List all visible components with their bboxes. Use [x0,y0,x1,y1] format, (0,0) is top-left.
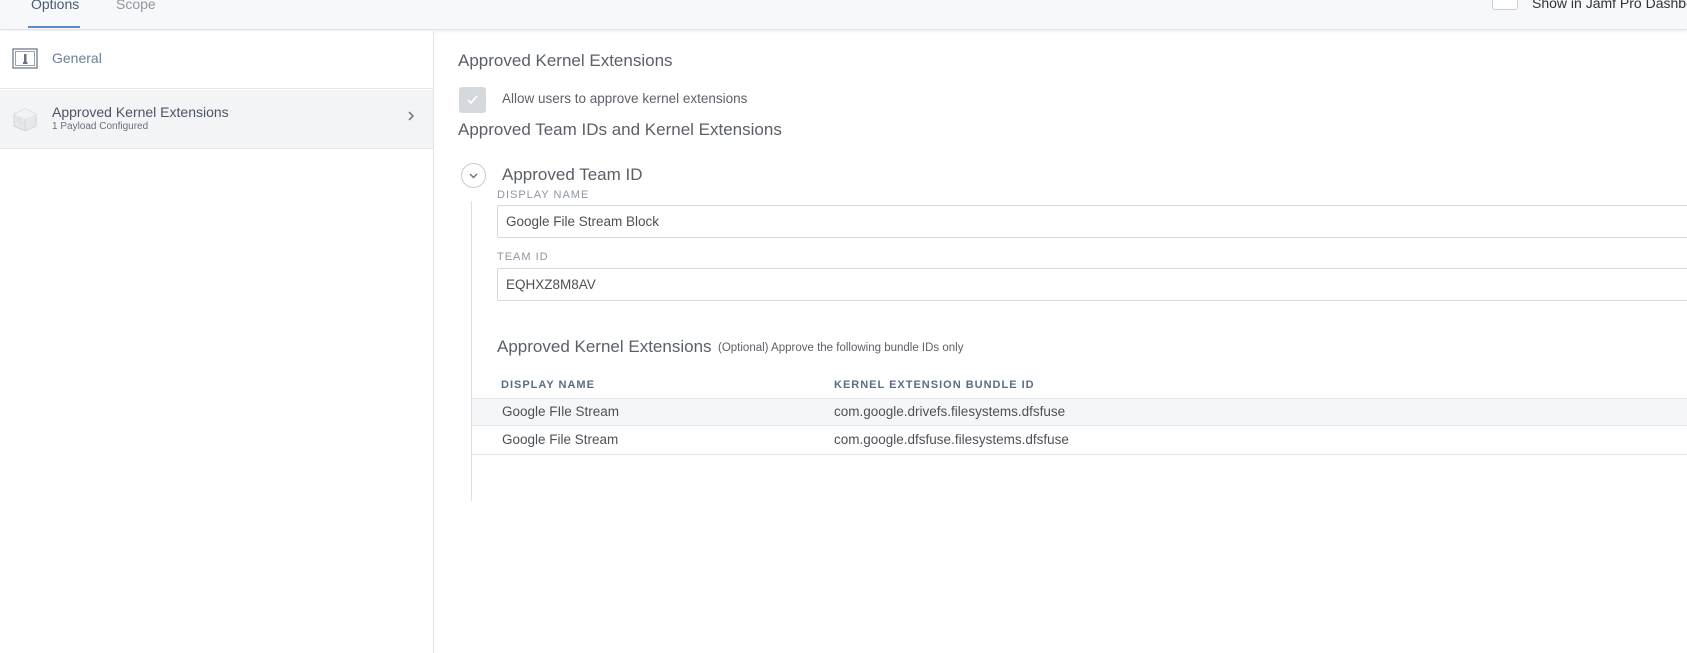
row-bundle-id: com.google.drivefs.filesystems.dfsfuse [834,404,1066,419]
general-settings-icon [12,48,38,70]
active-tab-indicator [28,26,80,28]
table-row[interactable]: Google FIle Stream com.google.drivefs.fi… [472,398,1687,426]
payload-settings-panel: Approved Kernel Extensions Allow users t… [435,31,1687,653]
top-tab-bar: Options Scope Show in Jamf Pro Dashbo [0,0,1687,30]
chevron-right-icon [404,109,418,123]
checkmark-icon [467,95,478,105]
column-header-bundle-id: KERNEL EXTENSION BUNDLE ID [834,379,1035,391]
extensions-subsection-title: Approved Kernel Extensions [497,337,712,356]
team-id-group-title: Approved Team ID [502,165,643,184]
column-header-display-name: DISPLAY NAME [501,379,595,391]
sidebar-item-label: General [52,50,102,66]
extensions-hint: (Optional) Approve the following bundle … [718,342,964,354]
tab-options[interactable]: Options [31,0,79,12]
dashboard-checkbox-label: Show in Jamf Pro Dashbo [1532,0,1687,11]
team-id-field[interactable]: EQHXZ8M8AV [497,268,1687,301]
group-indent-rule [471,201,472,501]
collapse-team-id-button[interactable] [461,163,486,188]
allow-users-approve-label: Allow users to approve kernel extensions [502,91,748,106]
section-title-kernel-extensions: Approved Kernel Extensions [458,51,673,70]
sidebar-item-label: Approved Kernel Extensions [52,104,229,120]
row-bundle-id: com.google.dfsfuse.filesystems.dfsfuse [834,432,1069,447]
team-id-label: TEAM ID [497,251,549,263]
section-title-team-ids: Approved Team IDs and Kernel Extensions [458,120,782,139]
row-display-name: Google FIle Stream [502,404,620,419]
kernel-extension-icon [12,108,38,132]
table-row[interactable]: Google File Stream com.google.dfsfuse.fi… [472,427,1687,455]
display-name-label: DISPLAY NAME [497,189,590,201]
sidebar-item-approved-kernel-extensions[interactable]: Approved Kernel Extensions 1 Payload Con… [0,90,433,149]
allow-users-approve-checkbox[interactable] [459,87,486,113]
payload-sidebar: General Approved Kernel Extensions 1 Pay… [0,31,434,653]
payload-count-label: 1 Payload Configured [52,121,149,132]
sidebar-item-general[interactable]: General [0,31,433,89]
display-name-field[interactable]: Google File Stream Block [497,205,1687,238]
row-display-name: Google File Stream [502,432,619,447]
chevron-down-icon [469,173,478,179]
tab-scope[interactable]: Scope [116,0,156,12]
dashboard-checkbox[interactable] [1492,0,1518,10]
